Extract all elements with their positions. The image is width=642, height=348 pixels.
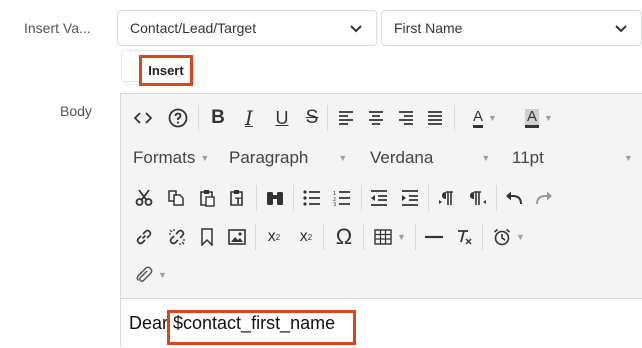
cut-icon[interactable] bbox=[131, 184, 157, 212]
copy-icon[interactable] bbox=[163, 184, 189, 212]
font-size-label: 11pt bbox=[512, 148, 544, 167]
field-select-value: First Name bbox=[394, 20, 463, 36]
caret-down-icon: ▼ bbox=[338, 153, 348, 163]
ltr-paragraph-icon[interactable] bbox=[433, 184, 459, 212]
horizontal-rule-icon[interactable] bbox=[421, 223, 447, 251]
outdent-icon[interactable] bbox=[366, 184, 392, 212]
subscript-button[interactable]: x2 bbox=[261, 223, 287, 251]
toolbar-separator bbox=[363, 224, 364, 250]
caret-down-icon: ▼ bbox=[623, 153, 633, 163]
toolbar-separator bbox=[327, 105, 328, 131]
subscript-glyph: x bbox=[267, 228, 276, 245]
toolbar-separator bbox=[293, 185, 294, 211]
caret-down-icon: ▼ bbox=[200, 153, 210, 163]
caret-down-icon: ▼ bbox=[544, 113, 553, 123]
caret-down-icon: ▼ bbox=[488, 113, 497, 123]
chevron-down-icon bbox=[348, 20, 364, 36]
clear-formatting-icon[interactable] bbox=[451, 223, 477, 251]
font-size-dropdown[interactable]: 11pt ▼ bbox=[512, 144, 633, 172]
background-color-button[interactable]: A ▼ bbox=[514, 104, 564, 132]
toolbar-separator bbox=[482, 224, 483, 250]
underline-button[interactable]: U bbox=[269, 104, 295, 132]
bookmark-icon[interactable] bbox=[194, 223, 220, 251]
link-icon[interactable] bbox=[131, 223, 157, 251]
undo-icon[interactable] bbox=[501, 184, 527, 212]
svg-text:3: 3 bbox=[333, 202, 336, 206]
superscript-glyph: x bbox=[299, 228, 308, 245]
toolbar-separator bbox=[415, 224, 416, 250]
strikethrough-button[interactable]: S bbox=[299, 104, 325, 132]
paste-icon[interactable] bbox=[194, 184, 220, 212]
indent-icon[interactable] bbox=[397, 184, 423, 212]
toolbar-separator bbox=[255, 224, 256, 250]
module-select[interactable]: Contact/Lead/Target bbox=[117, 10, 377, 46]
attachment-icon[interactable]: ▼ bbox=[131, 261, 171, 289]
caret-down-icon: ▼ bbox=[516, 232, 525, 242]
editor-body[interactable]: Dear $contact_first_name bbox=[121, 299, 642, 348]
chevron-down-icon bbox=[613, 20, 629, 36]
superscript-mark: 2 bbox=[307, 232, 313, 242]
redo-icon[interactable] bbox=[531, 184, 557, 212]
caret-down-icon: ▼ bbox=[397, 232, 406, 242]
align-right-icon[interactable] bbox=[393, 104, 419, 132]
table-icon[interactable]: ▼ bbox=[369, 223, 411, 251]
find-replace-icon[interactable] bbox=[262, 184, 288, 212]
font-family-dropdown[interactable]: Verdana ▼ bbox=[370, 144, 490, 172]
inserted-variable: $contact_first_name bbox=[173, 313, 336, 333]
paste-text-icon[interactable]: T bbox=[224, 184, 250, 212]
font-family-label: Verdana bbox=[370, 148, 434, 167]
text-color-glyph: A bbox=[473, 108, 484, 128]
toolbar-separator bbox=[428, 185, 429, 211]
bold-button[interactable]: B bbox=[205, 104, 231, 132]
toolbar-separator bbox=[454, 105, 455, 131]
body-greeting: Dear bbox=[129, 313, 174, 333]
body-line: Dear $contact_first_name bbox=[129, 313, 335, 334]
block-format-label: Paragraph bbox=[229, 148, 309, 167]
toolbar-separator bbox=[323, 224, 324, 250]
align-center-icon[interactable] bbox=[363, 104, 389, 132]
italic-button[interactable]: I bbox=[236, 104, 262, 132]
field-select[interactable]: First Name bbox=[381, 10, 642, 46]
insert-button[interactable]: Insert bbox=[139, 55, 193, 86]
insert-variable-label: Insert Va... bbox=[24, 20, 91, 36]
toolbar-separator bbox=[256, 185, 257, 211]
help-icon[interactable] bbox=[164, 104, 192, 132]
toolbar-separator bbox=[496, 185, 497, 211]
formats-dropdown[interactable]: Formats ▼ bbox=[133, 144, 209, 172]
body-label: Body bbox=[60, 103, 92, 119]
unlink-icon[interactable] bbox=[164, 223, 190, 251]
bg-color-glyph: A bbox=[525, 108, 540, 128]
rich-text-editor: B I U S A ▼ A ▼ Formats ▼ Paragraph ▼ Verdan… bbox=[120, 93, 642, 348]
rtl-paragraph-icon[interactable] bbox=[465, 184, 491, 212]
special-character-button[interactable]: Ω bbox=[329, 223, 359, 251]
numbered-list-icon[interactable]: 123 bbox=[329, 184, 355, 212]
source-code-icon[interactable] bbox=[129, 104, 157, 132]
editor-toolbar: B I U S A ▼ A ▼ Formats ▼ Paragraph ▼ Verdan… bbox=[121, 94, 642, 299]
toolbar-separator bbox=[198, 105, 199, 131]
module-select-value: Contact/Lead/Target bbox=[130, 20, 257, 36]
subscript-mark: 2 bbox=[275, 232, 281, 242]
caret-down-icon: ▼ bbox=[158, 270, 167, 280]
italic-glyph: I bbox=[245, 106, 253, 130]
svg-text:T: T bbox=[235, 197, 242, 207]
bullet-list-icon[interactable] bbox=[299, 184, 325, 212]
formats-label: Formats bbox=[133, 148, 196, 167]
superscript-button[interactable]: x2 bbox=[293, 223, 319, 251]
align-justify-icon[interactable] bbox=[422, 104, 448, 132]
text-color-button[interactable]: A ▼ bbox=[461, 104, 509, 132]
align-left-icon[interactable] bbox=[333, 104, 359, 132]
image-icon[interactable] bbox=[224, 223, 250, 251]
block-format-dropdown[interactable]: Paragraph ▼ bbox=[229, 144, 347, 172]
caret-down-icon: ▼ bbox=[481, 153, 491, 163]
toolbar-separator bbox=[361, 185, 362, 211]
alarm-clock-icon[interactable]: ▼ bbox=[487, 223, 531, 251]
